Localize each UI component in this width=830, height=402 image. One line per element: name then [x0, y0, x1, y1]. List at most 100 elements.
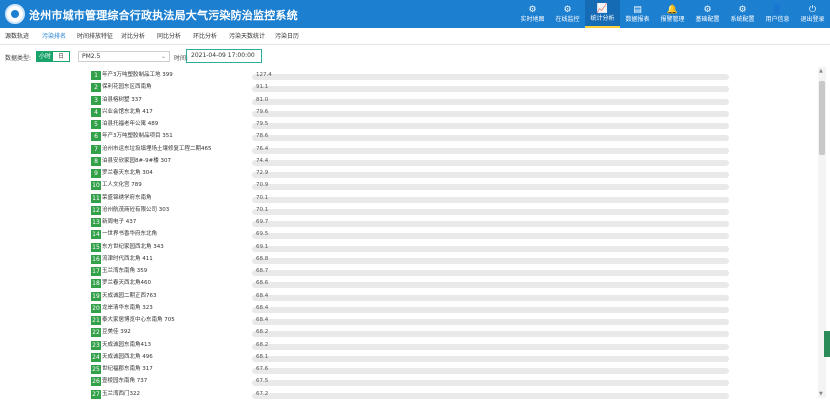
ranking-row: 7 沧州市运东垃圾填埋场土壤修复工程二期465 76.4	[0, 144, 830, 154]
value-bar	[252, 380, 729, 387]
nav-label: 在线监控	[555, 15, 580, 23]
nav-item-3[interactable]: ▤ 数据报表	[620, 0, 655, 28]
nav-label: 退出登录	[800, 15, 825, 23]
nav-icon: ⚙	[703, 4, 712, 15]
rank-badge: 27	[91, 389, 101, 399]
site-name: 玉兰湾东南角 359	[102, 268, 148, 274]
value-bar	[252, 294, 729, 301]
ranking-row: 13 新周电子 437 69.7	[0, 217, 830, 227]
value-bar	[252, 282, 729, 289]
nav-icon: 🔔	[666, 4, 679, 15]
pm25-value: 69.1	[256, 243, 269, 250]
rank-badge: 24	[91, 352, 101, 362]
value-bar	[252, 74, 729, 80]
site-name: 豆美佳 392	[102, 329, 131, 336]
site-name: 天成诚园西北角 496	[102, 353, 153, 360]
pm25-value: 68.1	[256, 353, 269, 360]
rank-badge: 2	[91, 83, 101, 93]
nav-icon: ▤	[633, 4, 642, 15]
value-bar	[252, 319, 729, 325]
tab-1[interactable]: 污染排名	[42, 31, 66, 40]
tab-3[interactable]: 对比分析	[121, 31, 145, 40]
data-type-label: 数据类型:	[5, 55, 32, 62]
ranking-row: 20 龙岸清华东南角 323 68.4	[0, 303, 830, 313]
tab-2[interactable]: 时间排放特征	[77, 31, 113, 40]
value-bar	[252, 110, 729, 117]
time-input[interactable]: 2021-04-09 17:00:00	[186, 49, 262, 63]
nav-label: 报警管理	[660, 15, 685, 23]
rank-badge: 9	[91, 169, 101, 178]
value-bar	[252, 331, 729, 338]
rank-badge: 13	[91, 218, 101, 227]
site-name: 壹棱园东南角 737	[102, 378, 148, 385]
nav-item-2[interactable]: 📈 统计分析	[585, 0, 620, 28]
pm25-value: 127.4	[256, 72, 272, 78]
pm25-value: 72.9	[256, 170, 269, 176]
nav-item-8[interactable]: ⏻ 退出登录	[795, 0, 830, 28]
filter-bar: 数据类型: 小时 日 PM2.5 ⌄ 时间: 2021-04-09 17:00:…	[0, 45, 830, 67]
nav-icon: ⚙	[738, 4, 747, 15]
value-bar	[252, 306, 729, 313]
site-name: 沧州市运东垃圾填埋场土壤修复工程二期465	[102, 145, 212, 152]
analysis-tabs: 源数轨迹 污染排名 时间排放特征 对比分析 同比分析 环比分析 污染天数统计 污染日历	[0, 28, 830, 45]
tab-6[interactable]: 污染天数统计	[229, 31, 265, 40]
scrollbar-thumb[interactable]	[819, 81, 825, 155]
value-bar	[252, 355, 729, 362]
hour-option[interactable]: 小时	[37, 52, 53, 61]
value-bar	[252, 98, 729, 105]
nav-item-7[interactable]: 👤 用户信息	[760, 0, 795, 28]
pollutant-select-value: PM2.5	[82, 53, 101, 60]
site-name: 世纪福郡东南角 317	[102, 366, 153, 372]
site-name: 泊县榕树墅 337	[102, 96, 142, 103]
nav-item-0[interactable]: ⚙ 实时地图	[515, 0, 550, 28]
rank-badge: 4	[91, 107, 101, 117]
ranking-row: 11 荣盛锦绣学府东南角 70.1	[0, 193, 830, 203]
tab-4[interactable]: 同比分析	[157, 31, 181, 40]
ranking-row: 17 玉兰湾东南角 359 68.7	[0, 266, 830, 276]
nav-item-5[interactable]: ⚙ 基础配置	[690, 0, 725, 28]
pm25-value: 70.9	[256, 182, 269, 189]
ranking-row: 12 沧州航茂商砼有限公司 303 70.1	[0, 205, 830, 215]
nav-icon: ⚙	[563, 4, 572, 15]
rank-badge: 12	[91, 205, 101, 215]
ranking-row: 8 泊县安欣家园8#-9#楼 307 74.4	[0, 156, 830, 166]
rank-badge: 5	[91, 120, 101, 129]
nav-item-4[interactable]: 🔔 报警管理	[655, 0, 690, 28]
pm25-value: 91.1	[256, 84, 269, 91]
nav-label: 统计分析	[590, 14, 615, 22]
scroll-up-icon[interactable]: ▲	[819, 68, 823, 74]
pm25-value: 68.8	[256, 255, 269, 262]
rank-badge: 16	[91, 254, 101, 264]
site-name: 龙岸清华东南角 323	[102, 304, 153, 311]
pm25-value: 79.6	[256, 108, 269, 115]
ranking-row: 27 玉兰湾西门322 67.2	[0, 389, 830, 399]
side-float-tab[interactable]	[824, 331, 830, 357]
day-option[interactable]: 日	[53, 52, 69, 61]
nav-item-1[interactable]: ⚙ 在线监控	[550, 0, 585, 28]
scroll-down-icon[interactable]: ▼	[819, 391, 823, 397]
nav-item-6[interactable]: ⚙ 系统配置	[725, 0, 760, 28]
tab-0[interactable]: 源数轨迹	[5, 31, 29, 40]
ranking-row: 23 天成诚园东南角413 68.2	[0, 340, 830, 350]
app-title: 沧州市城市管理综合行政执法局大气污染防治监控系统	[29, 9, 298, 22]
ranking-row: 6 年产3万吨塑胶制品项目 351 78.6	[0, 131, 830, 142]
pollutant-select[interactable]: PM2.5 ⌄	[78, 51, 170, 62]
ranking-row: 14 一世界书香华府东北角 69.5	[0, 229, 830, 240]
pm25-value: 68.6	[256, 280, 269, 287]
site-name: 年产3万吨塑胶制品项目 351	[102, 133, 173, 140]
chevron-down-icon: ⌄	[160, 53, 166, 60]
value-bar	[252, 208, 729, 215]
tab-7[interactable]: 污染日历	[275, 31, 299, 40]
value-bar	[252, 245, 729, 252]
tab-5[interactable]: 环比分析	[193, 31, 217, 40]
rank-badge: 20	[91, 303, 101, 313]
rank-badge: 6	[91, 132, 101, 142]
ranking-row: 1 年产3万吨塑胶制品工地 399 127.4	[0, 70, 830, 80]
pm25-value: 68.2	[256, 329, 269, 336]
pm25-value: 67.5	[256, 378, 269, 385]
ranking-row: 16 流津时代西北角 411 68.8	[0, 254, 830, 264]
value-bar	[252, 147, 729, 154]
data-type-toggle[interactable]: 小时 日	[36, 51, 70, 62]
rank-badge: 10	[91, 181, 101, 191]
pm25-value: 70.1	[256, 194, 269, 201]
